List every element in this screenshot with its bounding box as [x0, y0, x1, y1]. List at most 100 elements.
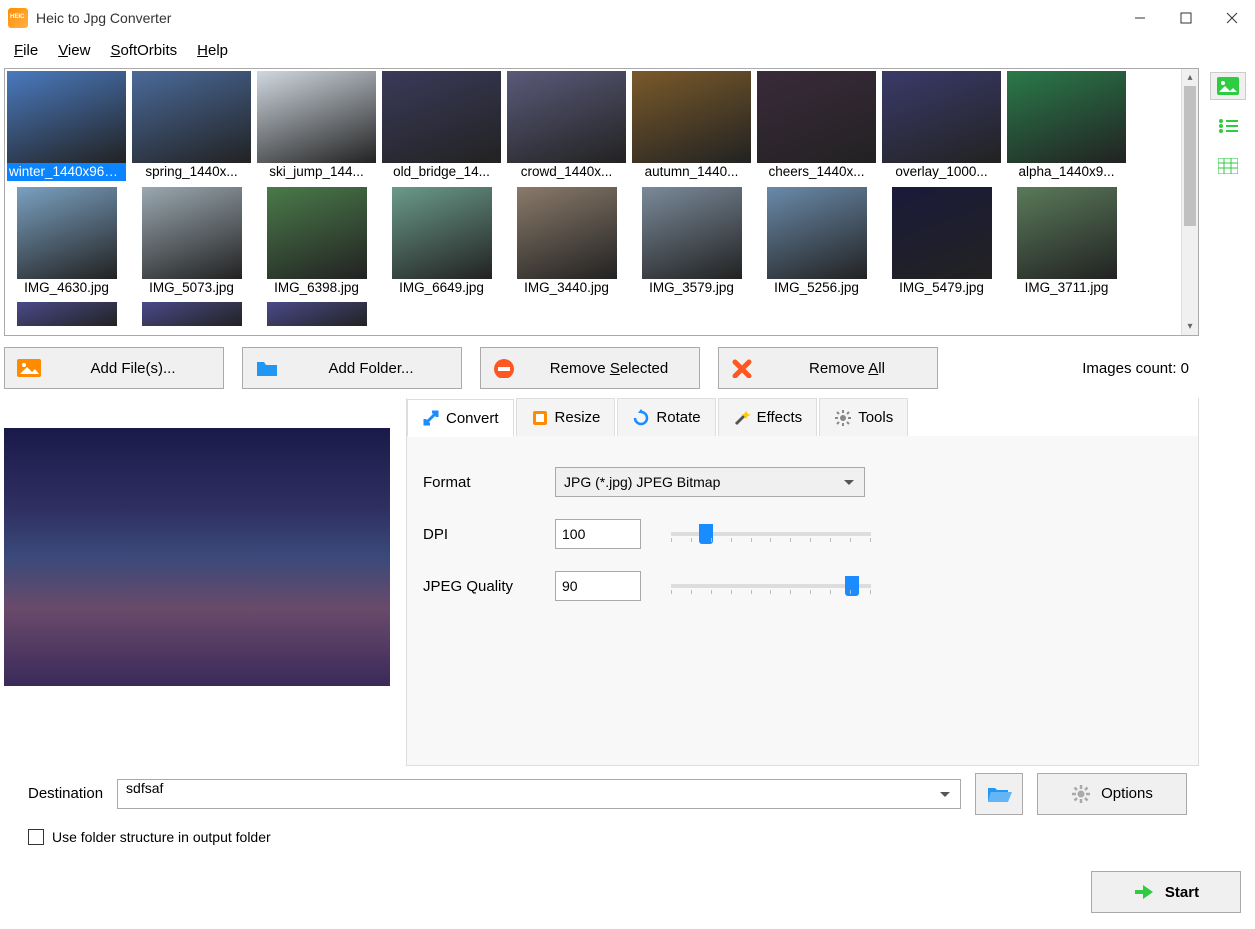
tab-effects[interactable]: Effects — [718, 398, 818, 436]
thumbnail[interactable]: IMG_6398.jpg — [257, 187, 376, 297]
tools-icon — [834, 409, 852, 427]
resize-icon — [531, 409, 549, 427]
thumbnail[interactable]: IMG_5256.jpg — [757, 187, 876, 297]
thumbnail-image — [382, 71, 501, 163]
use-folder-checkbox[interactable] — [28, 829, 44, 845]
thumbnail[interactable]: IMG_4630.jpg — [7, 187, 126, 297]
view-details-button[interactable] — [1210, 152, 1246, 180]
gallery: winter_1440x960.heic spring_1440x... ski_j… — [4, 68, 1199, 336]
thumbnail[interactable] — [132, 302, 251, 326]
menu-file[interactable]: File — [6, 40, 46, 61]
remove-all-icon — [731, 358, 755, 378]
thumbnail-caption: ski_jump_144... — [267, 163, 366, 181]
thumbnail-image — [1007, 71, 1126, 163]
remove-icon — [493, 358, 517, 378]
convert-icon — [422, 409, 440, 427]
thumbnail-caption: autumn_1440... — [643, 163, 741, 181]
rotate-icon — [632, 409, 650, 427]
thumbnail-image — [1017, 187, 1117, 279]
menu-softorbits[interactable]: SoftOrbits — [102, 40, 185, 61]
remove-selected-button[interactable]: Remove Selected — [480, 347, 700, 389]
view-thumbnails-button[interactable] — [1210, 72, 1246, 100]
thumbnail-caption: old_bridge_14... — [391, 163, 492, 181]
add-folder-button[interactable]: Add Folder... — [242, 347, 462, 389]
effects-icon — [733, 409, 751, 427]
thumbnails-icon — [1217, 77, 1239, 95]
thumbnail-caption: spring_1440x... — [143, 163, 239, 181]
thumbnail[interactable]: ski_jump_144... — [257, 71, 376, 181]
thumbnail[interactable]: IMG_3579.jpg — [632, 187, 751, 297]
options-button[interactable]: Options — [1037, 773, 1187, 815]
list-icon — [1218, 118, 1238, 134]
quality-label: JPEG Quality — [423, 578, 555, 595]
format-label: Format — [423, 474, 555, 491]
thumbnail-caption: IMG_4630.jpg — [22, 279, 111, 297]
thumbnail[interactable]: winter_1440x960.heic — [7, 71, 126, 181]
preview-pane — [4, 398, 394, 766]
tab-resize[interactable]: Resize — [516, 398, 616, 436]
tab-convert[interactable]: Convert — [407, 399, 514, 437]
scroll-up-icon[interactable]: ▴ — [1182, 69, 1198, 86]
quality-slider[interactable] — [671, 584, 871, 588]
thumbnail-image — [132, 71, 251, 163]
thumbnail-image — [767, 187, 867, 279]
thumbnail[interactable]: IMG_5479.jpg — [882, 187, 1001, 297]
use-folder-label: Use folder structure in output folder — [52, 829, 271, 845]
remove-selected-label: Remove Selected — [531, 360, 687, 377]
thumbnail-image — [507, 71, 626, 163]
view-toolbar — [1205, 68, 1251, 870]
dpi-slider[interactable] — [671, 532, 871, 536]
thumbnail[interactable]: IMG_3440.jpg — [507, 187, 626, 297]
thumbnail[interactable]: alpha_1440x9... — [1007, 71, 1126, 181]
thumbnail[interactable]: crowd_1440x... — [507, 71, 626, 181]
settings-tabs: Convert Resize Rotate Effects — [407, 398, 1198, 436]
app-icon — [8, 8, 28, 28]
gallery-scrollbar[interactable]: ▴ ▾ — [1181, 69, 1198, 335]
thumbnail-caption: IMG_5479.jpg — [897, 279, 986, 297]
destination-input[interactable]: sdfsaf — [117, 779, 961, 809]
thumbnail-caption: IMG_5256.jpg — [772, 279, 861, 297]
action-toolbar: Add File(s)... Add Folder... Remove Sele… — [4, 336, 1199, 392]
add-files-label: Add File(s)... — [55, 360, 211, 377]
minimize-button[interactable] — [1117, 0, 1163, 36]
thumbnail[interactable]: IMG_6649.jpg — [382, 187, 501, 297]
format-select[interactable]: JPG (*.jpg) JPEG Bitmap — [555, 467, 865, 497]
preview-image — [4, 428, 390, 686]
thumbnail[interactable]: IMG_5073.jpg — [132, 187, 251, 297]
view-list-button[interactable] — [1210, 112, 1246, 140]
thumbnail[interactable]: overlay_1000... — [882, 71, 1001, 181]
thumbnail-caption: crowd_1440x... — [519, 163, 615, 181]
quality-input[interactable] — [555, 571, 641, 601]
thumbnail[interactable]: IMG_3711.jpg — [1007, 187, 1126, 297]
thumbnail-caption: IMG_3711.jpg — [1023, 279, 1111, 297]
thumbnail[interactable]: old_bridge_14... — [382, 71, 501, 181]
folder-open-icon — [986, 784, 1012, 804]
thumbnail-image — [17, 187, 117, 279]
add-files-button[interactable]: Add File(s)... — [4, 347, 224, 389]
menu-view[interactable]: View — [50, 40, 98, 61]
thumbnail-image — [642, 187, 742, 279]
thumbnail-image — [757, 71, 876, 163]
thumbnail-image — [142, 187, 242, 279]
scroll-down-icon[interactable]: ▾ — [1182, 318, 1198, 335]
remove-all-button[interactable]: Remove All — [718, 347, 938, 389]
browse-button[interactable] — [975, 773, 1023, 815]
thumbnail[interactable]: cheers_1440x... — [757, 71, 876, 181]
dpi-input[interactable] — [555, 519, 641, 549]
thumbnail-caption: alpha_1440x9... — [1016, 163, 1116, 181]
thumbnail-image — [267, 187, 367, 279]
thumbnail[interactable] — [7, 302, 126, 326]
menu-help[interactable]: Help — [189, 40, 236, 61]
thumbnail[interactable] — [257, 302, 376, 326]
maximize-button[interactable] — [1163, 0, 1209, 36]
scroll-thumb[interactable] — [1184, 86, 1196, 226]
tab-tools[interactable]: Tools — [819, 398, 908, 436]
tab-rotate[interactable]: Rotate — [617, 398, 715, 436]
thumbnail-caption: IMG_5073.jpg — [147, 279, 236, 297]
start-button[interactable]: Start — [1091, 871, 1241, 913]
thumbnail-caption: IMG_3579.jpg — [647, 279, 736, 297]
thumbnail[interactable]: spring_1440x... — [132, 71, 251, 181]
thumbnail-image — [7, 71, 126, 163]
thumbnail[interactable]: autumn_1440... — [632, 71, 751, 181]
close-button[interactable] — [1209, 0, 1255, 36]
